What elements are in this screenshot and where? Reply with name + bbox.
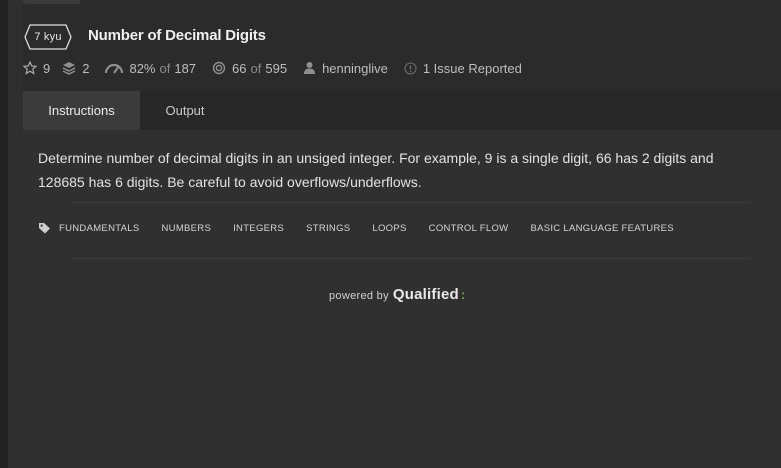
- target-icon: [212, 61, 226, 75]
- tag-item[interactable]: FUNDAMENTALS: [59, 223, 140, 234]
- left-rail: [0, 0, 8, 468]
- kata-title: Number of Decimal Digits: [88, 27, 266, 44]
- collections-stat[interactable]: 2: [62, 61, 89, 76]
- kata-tabs: Instructions Output: [23, 91, 781, 130]
- tag-item[interactable]: LOOPS: [372, 223, 406, 234]
- author-name: henninglive: [322, 60, 388, 76]
- tag-item[interactable]: INTEGERS: [233, 223, 284, 234]
- powered-by-prefix: powered by: [329, 290, 389, 302]
- powered-by-qualified[interactable]: powered by Qualified :: [329, 286, 465, 303]
- completed-count: 66: [232, 60, 247, 76]
- author-link[interactable]: henninglive: [303, 61, 388, 76]
- kata-stats: 9 2 82% of 187 66 of 595 henninglive 1 I…: [23, 59, 522, 77]
- attempts-count: 595: [265, 60, 288, 76]
- layers-icon: [62, 62, 76, 75]
- gauge-icon: [105, 63, 124, 74]
- tag-list: FUNDAMENTALS NUMBERS INTEGERS STRINGS LO…: [38, 222, 696, 234]
- tab-output[interactable]: Output: [140, 91, 230, 130]
- qualified-mark: :: [460, 287, 466, 302]
- star-icon: [23, 61, 37, 75]
- divider: [70, 258, 750, 259]
- instructions-panel: Determine number of decimal digits in an…: [23, 130, 781, 468]
- tag-item[interactable]: STRINGS: [306, 223, 350, 234]
- completed-stat: 66 of 595: [212, 61, 287, 76]
- satisfaction-percent: 82%: [129, 60, 156, 76]
- left-panel: [8, 0, 23, 468]
- tag-item[interactable]: BASIC LANGUAGE FEATURES: [530, 223, 673, 234]
- stars-count: 9: [43, 60, 51, 76]
- tag-item[interactable]: NUMBERS: [162, 223, 212, 234]
- divider: [70, 202, 750, 203]
- tag-item[interactable]: CONTROL FLOW: [429, 223, 509, 234]
- issues-link[interactable]: 1 Issue Reported: [404, 61, 522, 76]
- rank-badge: 7 kyu: [24, 24, 72, 50]
- collections-count: 2: [82, 60, 90, 76]
- rank-label: 7 kyu: [34, 31, 62, 43]
- issues-count: 1 Issue Reported: [422, 60, 522, 76]
- satisfaction-of: of: [159, 60, 171, 76]
- completed-of: of: [250, 60, 262, 76]
- top-stub: [23, 0, 80, 4]
- tag-icon: [39, 223, 50, 234]
- kata-description: Determine number of decimal digits in an…: [38, 150, 714, 190]
- alert-icon: [404, 61, 417, 75]
- qualified-logo: Qualified: [392, 286, 459, 303]
- satisfaction-stat: 82% of 187: [105, 61, 196, 76]
- tab-instructions[interactable]: Instructions: [23, 91, 140, 130]
- user-icon: [304, 62, 316, 74]
- satisfaction-votes: 187: [174, 60, 197, 76]
- stars-stat[interactable]: 9: [23, 61, 50, 76]
